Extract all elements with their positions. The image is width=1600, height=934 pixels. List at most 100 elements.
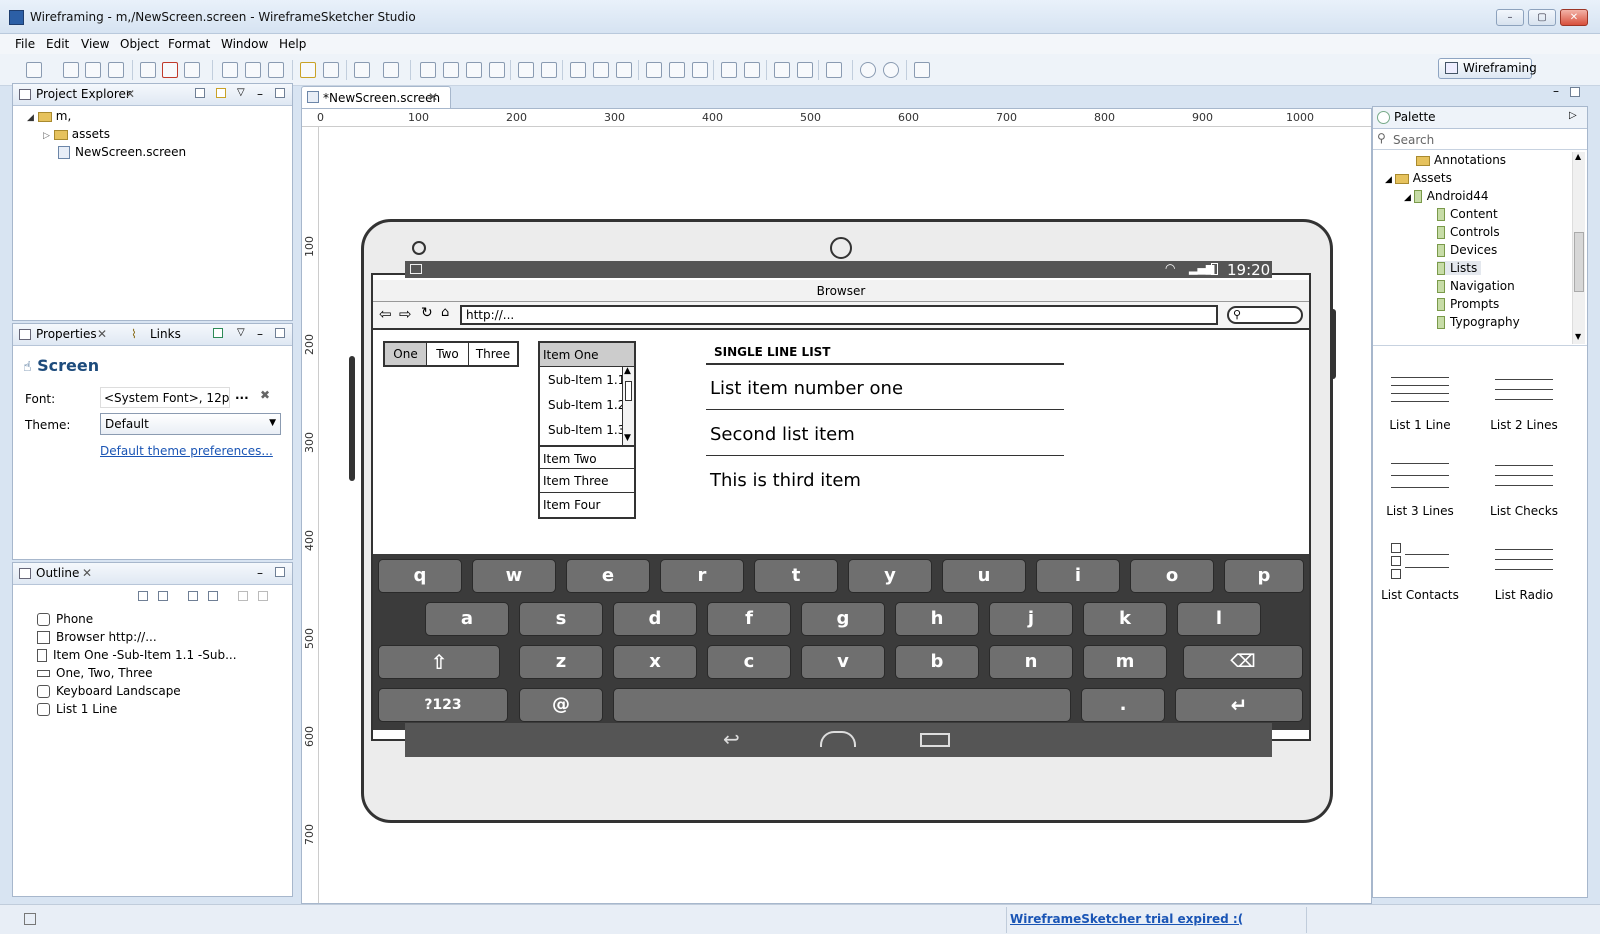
lock-icon[interactable] bbox=[826, 62, 842, 78]
list-radio-thumb[interactable] bbox=[1491, 541, 1557, 581]
fast-view-icon[interactable] bbox=[24, 913, 36, 925]
accordion-item[interactable]: Item Three bbox=[540, 469, 634, 493]
key-t[interactable]: t bbox=[754, 559, 838, 593]
theme-select[interactable]: Default ▼ bbox=[100, 413, 281, 435]
list-checks-thumb[interactable] bbox=[1491, 457, 1557, 497]
zoom-out-icon[interactable] bbox=[883, 62, 899, 78]
maximize-button[interactable]: ▢ bbox=[1528, 9, 1556, 26]
list-contacts-thumb[interactable] bbox=[1387, 541, 1453, 581]
palette-item-controls[interactable]: Controls bbox=[1437, 225, 1500, 239]
scroll-thumb[interactable] bbox=[1574, 232, 1584, 292]
palette-item-content[interactable]: Content bbox=[1437, 207, 1498, 221]
menu-help[interactable]: Help bbox=[279, 37, 306, 51]
cut-icon[interactable] bbox=[222, 62, 238, 78]
tree-item-assets[interactable]: ▷ assets bbox=[43, 127, 110, 141]
view-menu-icon[interactable]: ▽ bbox=[237, 327, 245, 338]
scroll-down-icon[interactable]: ▼ bbox=[624, 433, 631, 443]
tab-outline[interactable]: Outline bbox=[36, 566, 79, 580]
save-icon[interactable] bbox=[63, 62, 79, 78]
palette-scrollbar[interactable]: ▲ ▼ bbox=[1572, 152, 1585, 344]
close-button[interactable]: ✕ bbox=[1560, 9, 1588, 26]
editor-maximize-icon[interactable] bbox=[1570, 87, 1580, 97]
tab-links[interactable]: Links bbox=[150, 327, 181, 341]
pin-icon[interactable] bbox=[213, 328, 223, 338]
menu-file[interactable]: File bbox=[15, 37, 35, 51]
print-icon[interactable] bbox=[108, 62, 124, 78]
undo-icon[interactable] bbox=[300, 62, 316, 78]
default-theme-link[interactable]: Default theme preferences... bbox=[100, 444, 273, 458]
close-tab-icon[interactable]: ✕ bbox=[125, 87, 135, 101]
maximize-view-icon[interactable] bbox=[275, 567, 285, 577]
copy-icon[interactable] bbox=[245, 62, 261, 78]
key-h[interactable]: h bbox=[895, 602, 979, 636]
palette-folder-assets[interactable]: ◢ Assets bbox=[1385, 171, 1452, 185]
minimize-view-icon[interactable]: – bbox=[257, 87, 263, 101]
key-o[interactable]: o bbox=[1130, 559, 1214, 593]
palette-search[interactable]: ⚲ Search bbox=[1373, 129, 1587, 150]
outline-item[interactable]: One, Two, Three bbox=[37, 666, 153, 680]
palette-item-typography[interactable]: Typography bbox=[1437, 315, 1520, 329]
perspective-button[interactable]: Wireframing bbox=[1438, 58, 1537, 79]
outline-item[interactable]: Browser http://... bbox=[37, 630, 157, 644]
editor-minimize-icon[interactable]: – bbox=[1553, 84, 1559, 98]
save-all-icon[interactable] bbox=[85, 62, 101, 78]
key-m[interactable]: m bbox=[1083, 645, 1167, 679]
key-e[interactable]: e bbox=[566, 559, 650, 593]
send-back-icon[interactable] bbox=[489, 62, 505, 78]
url-input[interactable]: http://... bbox=[460, 305, 1218, 325]
key-dot[interactable]: . bbox=[1081, 688, 1165, 722]
space-key[interactable] bbox=[613, 688, 1071, 722]
palette-folder-android44[interactable]: ◢ Android44 bbox=[1404, 189, 1488, 203]
ungroup-icon[interactable] bbox=[797, 62, 813, 78]
accordion-item-one[interactable]: Item One bbox=[540, 343, 634, 367]
key-d[interactable]: d bbox=[613, 602, 697, 636]
align-middle-icon[interactable] bbox=[669, 62, 685, 78]
menu-object[interactable]: Object bbox=[120, 37, 159, 51]
menu-window[interactable]: Window bbox=[221, 37, 268, 51]
scroll-up-icon[interactable]: ▲ bbox=[624, 366, 631, 376]
bring-front-icon[interactable] bbox=[138, 591, 148, 601]
paste-icon[interactable] bbox=[268, 62, 284, 78]
redo-icon[interactable] bbox=[323, 62, 339, 78]
scrollbar[interactable]: ▲ ▼ bbox=[622, 366, 634, 445]
key-y[interactable]: y bbox=[848, 559, 932, 593]
backspace-key[interactable]: ⌫ bbox=[1183, 645, 1303, 679]
minimize-view-icon[interactable]: – bbox=[257, 566, 263, 580]
ungroup-icon[interactable] bbox=[208, 591, 218, 601]
key-v[interactable]: v bbox=[801, 645, 885, 679]
send-back-icon[interactable] bbox=[158, 591, 168, 601]
browser-search[interactable]: ⚲ bbox=[1227, 306, 1303, 324]
list-2-lines-thumb[interactable] bbox=[1491, 371, 1557, 411]
camera-icon[interactable] bbox=[140, 62, 156, 78]
sub-item[interactable]: Sub-Item 1.1 bbox=[548, 373, 625, 387]
align-center-icon[interactable] bbox=[593, 62, 609, 78]
key-b[interactable]: b bbox=[895, 645, 979, 679]
key-g[interactable]: g bbox=[801, 602, 885, 636]
scroll-thumb[interactable] bbox=[625, 381, 632, 401]
shift-key[interactable]: ⇧ bbox=[378, 645, 500, 679]
key-j[interactable]: j bbox=[989, 602, 1073, 636]
align-right-icon[interactable] bbox=[616, 62, 632, 78]
send-backward-icon[interactable] bbox=[466, 62, 482, 78]
sub-item[interactable]: Sub-Item 1.3 bbox=[548, 423, 625, 437]
align-left-icon[interactable] bbox=[570, 62, 586, 78]
enter-key[interactable]: ↵ bbox=[1175, 688, 1303, 722]
palette-folder-annotations[interactable]: Annotations bbox=[1416, 153, 1506, 167]
tab-properties[interactable]: Properties bbox=[36, 327, 97, 341]
move-up-icon[interactable] bbox=[258, 591, 268, 601]
key-l[interactable]: l bbox=[1177, 602, 1261, 636]
menu-view[interactable]: View bbox=[81, 37, 109, 51]
palette-collapse-icon[interactable]: ▷ bbox=[1569, 110, 1577, 121]
collapse-all-icon[interactable] bbox=[195, 88, 205, 98]
bring-forward-icon[interactable] bbox=[443, 62, 459, 78]
key-at[interactable]: @ bbox=[519, 688, 603, 722]
align-bottom-icon[interactable] bbox=[692, 62, 708, 78]
pdf-icon[interactable] bbox=[162, 62, 178, 78]
minimize-view-icon[interactable]: – bbox=[257, 327, 263, 341]
link-editor-icon[interactable] bbox=[216, 88, 226, 98]
key-p[interactable]: p bbox=[1224, 559, 1304, 593]
clear-font-icon[interactable]: ✖ bbox=[260, 388, 270, 402]
view-menu-icon[interactable]: ▽ bbox=[237, 87, 245, 98]
menu-edit[interactable]: Edit bbox=[46, 37, 69, 51]
tree-root[interactable]: ◢ m, bbox=[27, 109, 71, 123]
